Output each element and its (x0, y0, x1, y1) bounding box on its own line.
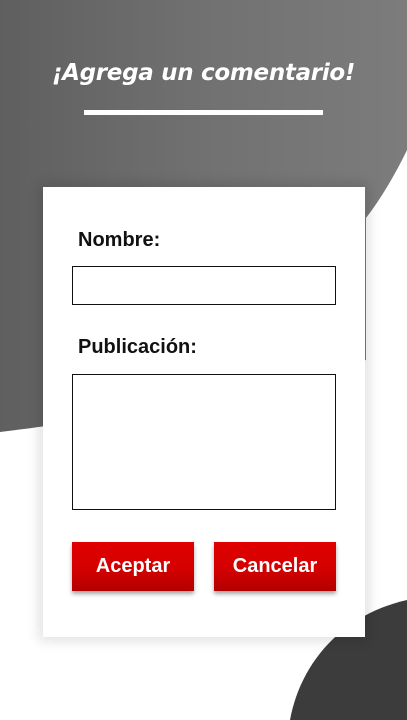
post-label: Publicación: (78, 336, 197, 358)
post-textarea[interactable] (72, 374, 336, 510)
comment-form-card: Nombre: Publicación: Aceptar Cancelar (43, 187, 365, 637)
name-label: Nombre: (78, 229, 161, 251)
cancel-button[interactable]: Cancelar (214, 542, 336, 591)
title-underline (84, 110, 323, 115)
name-input[interactable] (72, 266, 336, 305)
accept-button[interactable]: Aceptar (72, 542, 194, 591)
page-title: ¡Agrega un comentario! (51, 60, 356, 86)
